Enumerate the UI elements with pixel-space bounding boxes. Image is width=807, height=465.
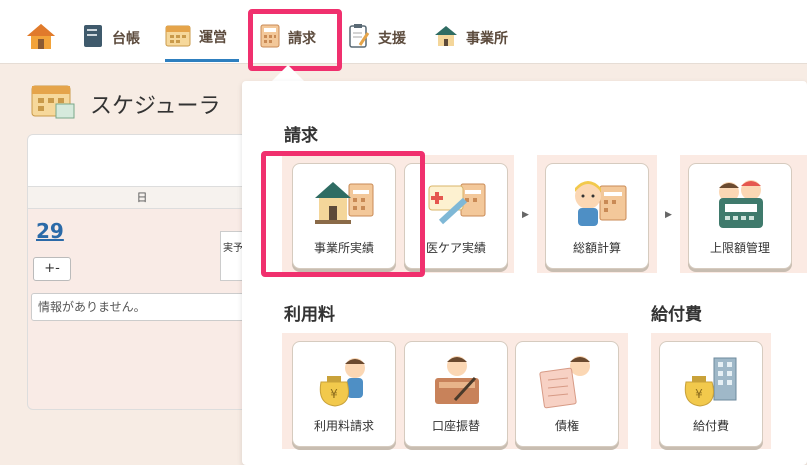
nav-office[interactable]: 事業所: [434, 14, 508, 62]
nav-support[interactable]: 支援: [348, 14, 406, 62]
nav-operations-label: 運営: [199, 29, 227, 46]
menu-pointer: [271, 65, 305, 82]
scheduler-heading: スケジューラ: [30, 82, 220, 126]
tile-total-calculation[interactable]: 総額計算: [545, 163, 649, 269]
benefit-fee-icon: ¥: [680, 352, 744, 410]
limit-management-icon: [709, 174, 773, 232]
tile-limit-management[interactable]: 上限額管理: [688, 163, 792, 269]
svg-text:¥: ¥: [330, 387, 338, 401]
flow-arrow-1: ▶: [522, 210, 529, 220]
no-info-message: 情報がありません。: [31, 293, 255, 321]
svg-text:¥: ¥: [695, 387, 703, 401]
tile-benefit-fee-label: 給付費: [692, 419, 729, 433]
page-title: スケジューラ: [90, 94, 221, 119]
tile-benefit-fee[interactable]: ¥ 給付費: [659, 341, 763, 447]
tile-bank-transfer[interactable]: 口座振替: [404, 341, 508, 447]
benefits-section-title: 給付費: [651, 305, 702, 325]
home-icon: [25, 21, 57, 55]
total-calculation-icon: [566, 174, 630, 232]
day-of-week-header: 日: [28, 187, 256, 209]
calendar-card: 日 29 +- 実予 情報がありません。: [27, 134, 257, 410]
highlight-billing-tab: [248, 9, 342, 71]
schedule-calendar-icon: [30, 82, 76, 126]
highlight-office-performance-tile: [261, 151, 425, 277]
billing-section-title: 請求: [284, 126, 318, 146]
nav-support-label: 支援: [378, 31, 406, 47]
calendar-date-link[interactable]: 29: [36, 219, 64, 243]
nav-ledger-label: 台帳: [112, 31, 140, 47]
bank-transfer-icon: [425, 352, 489, 410]
clipboard-icon: [348, 23, 370, 53]
flow-arrow-2: ▶: [665, 210, 672, 220]
tile-bank-transfer-label: 口座振替: [431, 419, 480, 433]
nav-operations[interactable]: 運営: [165, 14, 239, 62]
medical-care-icon: [425, 174, 489, 232]
tile-limit-management-label: 上限額管理: [709, 241, 770, 255]
ledger-book-icon: [82, 23, 104, 53]
nav-ledger[interactable]: 台帳: [82, 14, 140, 62]
add-dropdown-button[interactable]: +-: [33, 257, 71, 281]
tile-receivables[interactable]: 債権: [515, 341, 619, 447]
receivables-icon: [536, 352, 600, 410]
calendar-icon: [165, 23, 191, 51]
nav-office-label: 事業所: [466, 31, 508, 47]
tile-usage-fee-billing[interactable]: ¥ 利用料請求: [292, 341, 396, 447]
top-nav: 台帳 運営 請求 支援 事業所: [0, 0, 807, 64]
nav-home[interactable]: [25, 14, 57, 62]
tile-receivables-label: 債権: [554, 419, 579, 433]
usage-fee-section-title: 利用料: [284, 305, 335, 325]
calendar-header: [28, 135, 256, 187]
tile-total-calculation-label: 総額計算: [572, 241, 621, 255]
usage-fee-icon: ¥: [313, 352, 377, 410]
tile-usage-fee-label: 利用料請求: [313, 419, 374, 433]
office-building-icon: [434, 24, 458, 52]
